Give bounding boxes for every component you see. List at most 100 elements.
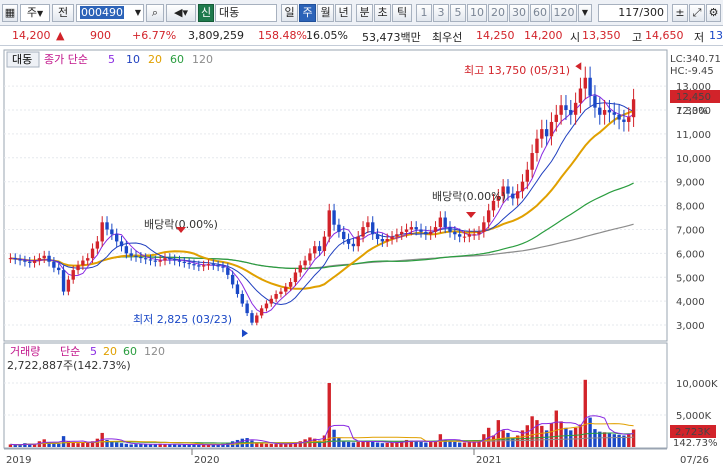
candle-body [8,258,13,260]
interval-5[interactable]: 5 [450,4,466,22]
candle-body [42,255,46,259]
candle-body [32,260,37,263]
period-tick[interactable]: 틱 [392,4,412,22]
candle-body [346,239,351,244]
candle-body [303,260,307,266]
candle-body [467,234,472,237]
interval-1[interactable]: 1 [416,4,432,22]
interval-60[interactable]: 60 [530,4,550,22]
candle-body [216,265,220,267]
interval-10[interactable]: 10 [467,4,487,22]
candle-body [598,107,602,115]
period-second[interactable]: 초 [374,4,391,22]
candle-body [385,239,389,242]
volume-y-tick: 5,000K [676,411,712,422]
settings-icon[interactable]: ⚙ [706,4,721,22]
volume-bar [269,443,273,447]
candle-body [308,253,312,261]
volume-bar [346,441,351,447]
candle-body [569,110,573,115]
volume-bar [371,441,375,447]
candle-body [293,272,298,283]
x-label-2019: 2019 [6,455,31,466]
volume-bar [201,444,206,447]
volume-bar [177,444,182,447]
candle-body [390,236,394,240]
candle-body [47,255,51,262]
candle-body [255,315,259,323]
expand-icon[interactable]: ⤢ [689,4,705,22]
candle-body [395,234,399,237]
candle-body [119,241,124,247]
current-price: 14,200 [12,29,51,42]
candle-body [400,231,404,235]
candle-body [457,234,462,237]
stock-code-value: 000490 [80,6,124,19]
candle-body [337,224,341,232]
interval-120[interactable]: 120 [551,4,577,22]
volume-bar [429,441,433,447]
candle-body [602,110,607,115]
volume-bar [602,432,607,447]
volume-bar [110,441,114,447]
period-week[interactable]: 주 [299,4,316,22]
vma60-legend: 60 [123,345,137,358]
period-year[interactable]: 년 [335,4,352,22]
search-icon[interactable]: ⌕ [146,4,164,22]
candle-body [95,241,100,249]
sound-icon[interactable]: ◀▾ [166,4,196,22]
ma20-legend: 20 [148,53,162,66]
interval-20[interactable]: 20 [488,4,508,22]
candle-body [380,239,385,242]
plus-minus-icon[interactable]: ± [672,4,688,22]
candle-body [429,231,433,235]
candle-body [115,234,119,242]
volume-bar [564,427,568,447]
volume-bar [95,438,100,447]
candle-body [187,262,191,265]
volume-bar [578,424,583,447]
period-day[interactable]: 일 [281,4,298,22]
candle-body [414,227,418,230]
volume-bar [259,443,264,447]
candle-body [371,222,375,235]
market-select[interactable]: 주▼ [20,4,50,22]
candle-body [375,234,380,240]
chevron-down-icon[interactable]: ▼ [578,4,592,22]
volume-bar [583,379,587,447]
price-panel-frame [3,49,668,342]
price-y-tick: 3,000 [676,321,705,332]
volume-legend-title: 거래량 [10,345,40,358]
candle-body [139,256,143,259]
period-month[interactable]: 월 [317,4,334,22]
candle-body [61,270,66,292]
candle-body [13,258,17,260]
volume-bar [172,444,177,447]
candle-body [313,246,317,254]
stock-code-input[interactable]: 000490 ▼ [76,4,144,22]
candle-body [250,313,254,323]
candle-body [631,99,636,118]
period-minute[interactable]: 분 [356,4,373,22]
candle-body [525,169,529,182]
volume-bar [607,433,612,447]
price-change-pct: +6.77% [132,29,177,42]
price-y-tick: 9,000 [676,178,705,189]
candle-body [404,229,409,232]
ma10-legend: 10 [126,53,140,66]
stock-chart[interactable]: 13,00012,00011,00010,0009,0008,0007,0006… [0,47,723,468]
volume-bar [559,421,563,447]
grid-menu-icon[interactable]: ▦ [2,4,18,22]
candle-body [573,102,578,115]
market-select-value: 주 [26,6,37,19]
candle-body [182,261,187,263]
interval-30[interactable]: 30 [509,4,529,22]
candle-body [486,210,491,223]
dividend-label-2: 배당락(0.00%) [432,190,506,203]
candle-body [443,217,447,228]
prev-button[interactable]: 전 [52,4,74,22]
candle-body [564,105,568,111]
stock-name-field[interactable]: 대동 [215,4,277,22]
interval-3[interactable]: 3 [433,4,449,22]
candle-body [245,303,249,314]
